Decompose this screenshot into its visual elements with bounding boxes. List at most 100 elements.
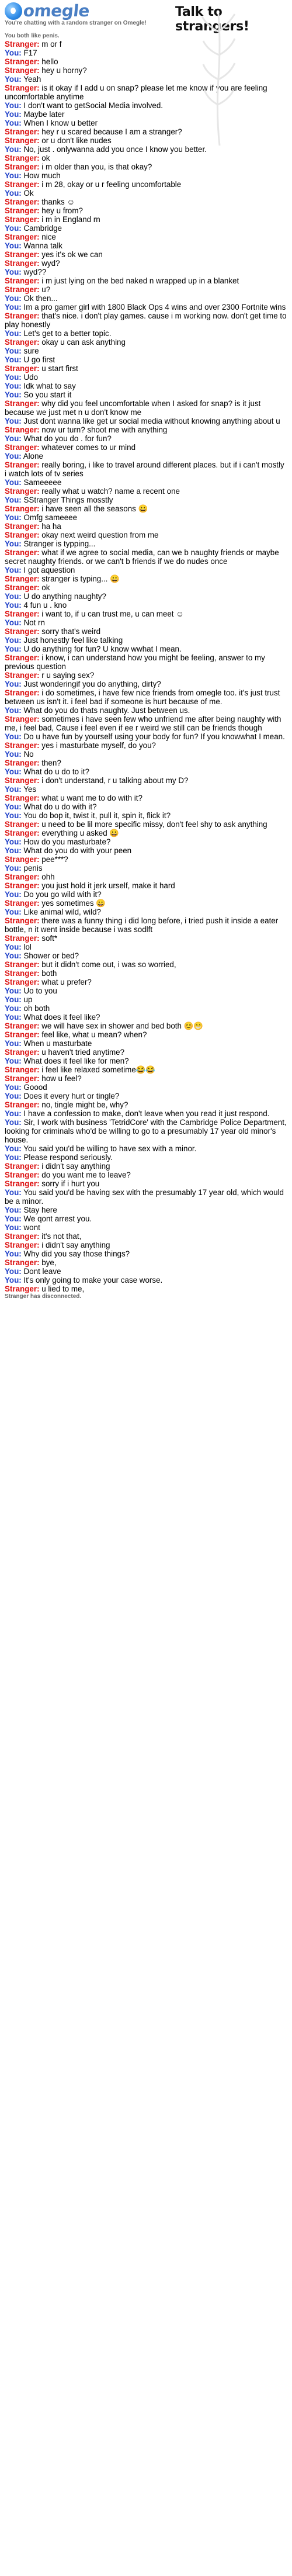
chat-message: Stranger: sorry that's weird — [5, 627, 287, 636]
you-label: You: — [5, 995, 22, 1004]
message-text: Do you go wild with it? — [23, 890, 102, 899]
stranger-label: Stranger: — [5, 276, 40, 285]
chat-message: Stranger: hey r u scared because I am a … — [5, 127, 287, 136]
you-label: You: — [5, 417, 22, 425]
stranger-label: Stranger: — [5, 881, 40, 890]
message-text: wont — [23, 1223, 40, 1232]
you-label: You: — [5, 101, 22, 110]
chat-message: Stranger: nice — [5, 233, 287, 241]
message-text: I have a confession to make, don't leave… — [23, 1109, 270, 1118]
stranger-label: Stranger: — [5, 610, 40, 618]
chat-message: Stranger: u? — [5, 285, 287, 294]
chat-message: You: Do you go wild with it? — [5, 890, 287, 899]
message-text: What do you do . for fun? — [23, 434, 112, 443]
stranger-label: Stranger: — [5, 872, 40, 881]
message-text: i m just lying on the bed naked n wrappe… — [41, 276, 239, 285]
message-text: Omfg sameeee — [23, 513, 78, 522]
chat-message: You: Let's get to a better topic. — [5, 329, 287, 338]
chat-message: You: Udo — [5, 373, 287, 382]
message-text: now ur turn? shoot me with anything — [41, 425, 168, 434]
you-label: You: — [5, 539, 22, 548]
message-text: what u want me to do with it? — [41, 794, 142, 802]
message-text: Yes — [23, 785, 37, 794]
chat-message: Stranger: i m just lying on the bed nake… — [5, 276, 287, 285]
you-label: You: — [5, 434, 22, 443]
chat-message: You: What do you do with your peen — [5, 846, 287, 855]
chat-message: You: What do you do . for fun? — [5, 434, 287, 443]
stranger-label: Stranger: — [5, 583, 40, 592]
you-label: You: — [5, 373, 22, 382]
chat-message: You: wont — [5, 1223, 287, 1232]
message-text: It's only going to make your case worse. — [23, 1276, 163, 1284]
message-text: You said you'd be willing to have sex wi… — [23, 1144, 197, 1153]
chat-message: You: What do u do to it? — [5, 767, 287, 776]
you-label: You: — [5, 49, 22, 57]
omegle-logo[interactable]: omegle — [5, 1, 91, 20]
chat-message: Stranger: i feel like relaxed sometime😂😂 — [5, 1065, 287, 1074]
chat-message: Stranger: stranger is typing... 😀 — [5, 574, 287, 583]
you-label: You: — [5, 802, 22, 811]
tagline: Talk to strangers! — [175, 5, 249, 34]
message-text: Let's get to a better topic. — [23, 329, 112, 338]
you-label: You: — [5, 890, 22, 899]
chat-message: You: It's only going to make your case w… — [5, 1276, 287, 1284]
message-text: okay u can ask anything — [41, 338, 126, 347]
chat-message: You: No — [5, 750, 287, 759]
message-text: yes sometimes 😀 — [41, 899, 106, 908]
message-text: F17 — [23, 49, 37, 57]
stranger-label: Stranger: — [5, 311, 40, 320]
you-label: You: — [5, 382, 22, 390]
message-text: m or f — [41, 40, 62, 49]
chat-message: You: Stranger is typping... — [5, 539, 287, 548]
message-text: we will have sex in shower and bed both … — [41, 1022, 204, 1030]
message-text: sorry if i hurt you — [41, 1179, 100, 1188]
you-label: You: — [5, 1039, 22, 1048]
message-text: Uo to you — [23, 986, 57, 995]
message-text: i do sometimes, i have few nice friends … — [5, 688, 280, 706]
message-text: then? — [41, 759, 61, 767]
chat-message: You: Like animal wild, wild? — [5, 908, 287, 916]
chat-message: Stranger: how u feel? — [5, 1074, 287, 1083]
you-label: You: — [5, 268, 22, 276]
stranger-label: Stranger: — [5, 84, 40, 92]
chat-message: You: What do u do with it? — [5, 802, 287, 811]
chat-message: You: Alone — [5, 452, 287, 461]
omegle-logo-icon — [5, 2, 22, 20]
chat-message: Stranger: what u want me to do with it? — [5, 794, 287, 802]
you-label: You: — [5, 943, 22, 951]
chat-message: Stranger: r u saying sex? — [5, 671, 287, 680]
you-label: You: — [5, 1223, 22, 1232]
chat-message: Stranger: then? — [5, 759, 287, 767]
stranger-label: Stranger: — [5, 206, 40, 215]
stranger-label: Stranger: — [5, 531, 40, 539]
you-label: You: — [5, 1276, 22, 1284]
chat-message: Stranger: that's nice. i don't play game… — [5, 311, 287, 329]
chat-message: Stranger: u start first — [5, 364, 287, 373]
you-label: You: — [5, 1057, 22, 1065]
chat-message: You: Just wonderingif you do anything, d… — [5, 680, 287, 688]
chat-message: Stranger: ha ha — [5, 522, 287, 531]
chat-message: You: Do u have fun by yourself using you… — [5, 732, 287, 741]
chat-message: Stranger: hey u horny? — [5, 66, 287, 75]
chat-message: Stranger: i didn't say anything — [5, 1162, 287, 1171]
message-text: No — [23, 750, 34, 759]
message-text: Im a pro gamer girl with 1800 Black Ops … — [23, 303, 286, 311]
stranger-label: Stranger: — [5, 522, 40, 531]
message-text: wyd? — [41, 259, 60, 268]
message-text: 4 fun u . kno — [23, 601, 67, 610]
you-label: You: — [5, 750, 22, 759]
chat-message: Stranger: i know, i can understand how y… — [5, 653, 287, 671]
stranger-label: Stranger: — [5, 899, 40, 908]
message-text: everything u asked 😀 — [41, 829, 120, 837]
chat-message: You: You said you'd be having sex with t… — [5, 1188, 287, 1206]
chat-message: Stranger: do you want me to leave? — [5, 1171, 287, 1179]
message-text: Why did you say those things? — [23, 1249, 130, 1258]
you-label: You: — [5, 706, 22, 715]
logo-text: omegle — [22, 1, 91, 20]
chat-message: You: sure — [5, 347, 287, 355]
message-text: it's not that, — [41, 1232, 82, 1241]
stranger-label: Stranger: — [5, 627, 40, 636]
stranger-label: Stranger: — [5, 1232, 40, 1241]
chat-message: You: Ok — [5, 189, 287, 198]
you-label: You: — [5, 1092, 22, 1100]
